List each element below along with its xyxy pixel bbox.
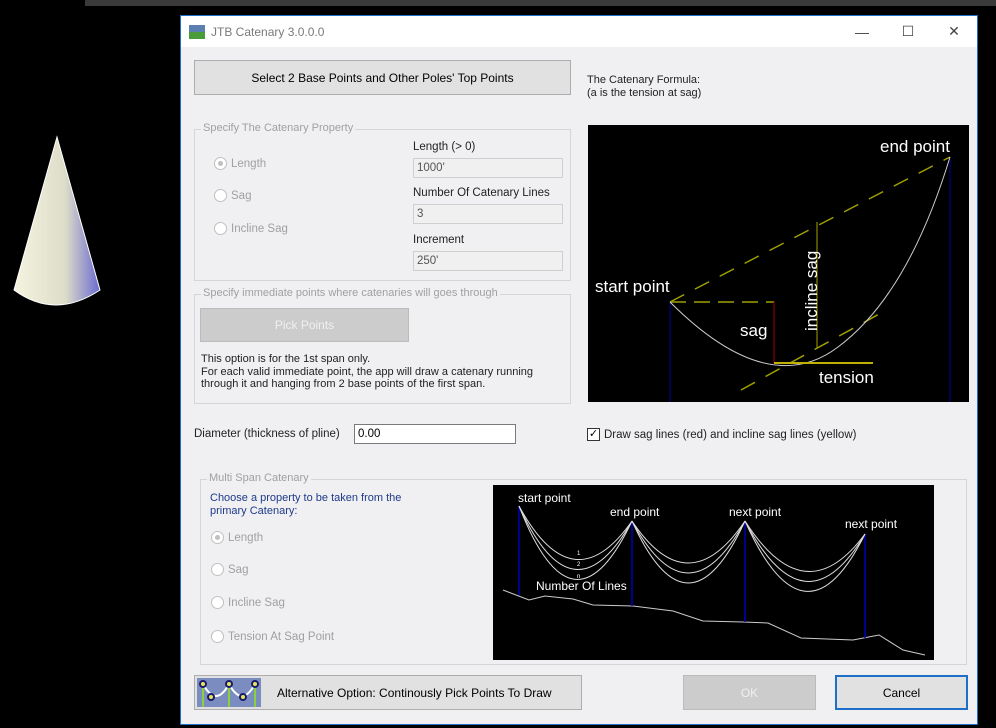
formula-title: The Catenary Formula: <box>587 74 701 86</box>
jtb-catenary-dialog: JTB Catenary 3.0.0.0 — ☐ ✕ Select 2 Base… <box>180 15 978 725</box>
radio-indicator <box>211 563 224 576</box>
multi-prompt: primary Catenary: <box>210 505 298 517</box>
radio-label: Incline Sag <box>228 596 285 609</box>
radio-indicator <box>214 157 227 170</box>
radio-label: Length <box>231 157 267 170</box>
diameter-label: Diameter (thickness of pline) <box>194 428 340 440</box>
checkbox-check-icon: ✓ <box>587 428 600 441</box>
draw-sag-checkbox[interactable]: ✓ Draw sag lines (red) and incline sag l… <box>587 428 856 441</box>
radio-indicator <box>211 531 224 544</box>
draw-sag-label: Draw sag lines (red) and incline sag lin… <box>604 428 857 441</box>
alternative-option-button[interactable]: Alternative Option: Continously Pick Poi… <box>194 675 582 710</box>
multi-radio-tension[interactable]: Tension At Sag Point <box>211 630 334 643</box>
radio-indicator <box>214 189 227 202</box>
multi-radio-incline-sag[interactable]: Incline Sag <box>211 596 285 609</box>
catenary-property-group: Specify The Catenary Property Length Sag… <box>194 122 571 281</box>
pick-points-button[interactable]: Pick Points <box>200 308 409 342</box>
radio-length[interactable]: Length <box>214 157 266 170</box>
group-legend: Multi Span Catenary <box>207 472 311 484</box>
alternative-option-label: Alternative Option: Continously Pick Poi… <box>277 685 552 700</box>
multi-radio-length[interactable]: Length <box>211 531 263 544</box>
info-text: This option is for the 1st span only. <box>201 353 371 365</box>
radio-label: Length <box>228 531 264 544</box>
immediate-points-group: Specify immediate points where catenarie… <box>194 287 571 404</box>
multi-prompt: Choose a property to be taken from the <box>210 492 402 504</box>
lines-label: Number Of Catenary Lines <box>413 187 550 199</box>
background-taskbar <box>85 0 996 6</box>
next-point-label: next point <box>845 517 898 531</box>
group-legend: Specify immediate points where catenarie… <box>201 287 500 299</box>
incline-sag-label: incline sag <box>802 251 821 331</box>
maximize-button[interactable]: ☐ <box>885 16 931 47</box>
lines-input[interactable]: 3 <box>413 204 563 224</box>
start-point-label: start point <box>518 491 571 505</box>
radio-label: Tension At Sag Point <box>228 630 335 643</box>
multi-span-diagram: start point end point next point next po… <box>493 485 934 660</box>
formula-note: (a is the tension at sag) <box>587 87 702 99</box>
tension-label: tension <box>819 368 874 387</box>
radio-label: Incline Sag <box>231 222 288 235</box>
length-label: Length (> 0) <box>413 141 476 153</box>
cancel-button[interactable]: Cancel <box>835 675 968 710</box>
catenary-points-icon <box>197 678 261 707</box>
info-text: through it and hanging from 2 base point… <box>201 378 486 390</box>
radio-indicator <box>214 222 227 235</box>
radio-incline-sag[interactable]: Incline Sag <box>214 222 288 235</box>
increment-input[interactable]: 250' <box>413 251 563 271</box>
ok-button[interactable]: OK <box>683 675 816 710</box>
radio-sag[interactable]: Sag <box>214 189 251 202</box>
diameter-input[interactable]: 0.00 <box>354 424 516 444</box>
next-point-label: next point <box>729 505 782 519</box>
length-input[interactable]: 1000' <box>413 158 563 178</box>
increment-label: Increment <box>413 234 465 246</box>
multi-radio-sag[interactable]: Sag <box>211 563 248 576</box>
select-points-button[interactable]: Select 2 Base Points and Other Poles' To… <box>194 60 571 95</box>
sag-label: sag <box>740 321 767 340</box>
app-icon <box>189 24 205 39</box>
start-point-label: start point <box>595 277 670 296</box>
number-of-lines-label: Number Of Lines <box>536 579 627 593</box>
minimize-button[interactable]: — <box>839 16 885 47</box>
cone-3d-model <box>13 135 101 306</box>
group-legend: Specify The Catenary Property <box>201 122 356 134</box>
catenary-formula-diagram: end point start point sag tension inclin… <box>588 125 969 402</box>
line-number-label: n <box>577 574 580 580</box>
radio-label: Sag <box>228 563 249 576</box>
title-bar: JTB Catenary 3.0.0.0 — ☐ ✕ <box>181 16 977 47</box>
close-button[interactable]: ✕ <box>931 16 977 47</box>
radio-indicator <box>211 596 224 609</box>
radio-label: Sag <box>231 189 252 202</box>
radio-indicator <box>211 630 224 643</box>
window-title: JTB Catenary 3.0.0.0 <box>211 24 325 39</box>
end-point-label: end point <box>880 137 950 156</box>
end-point-label: end point <box>610 505 660 519</box>
